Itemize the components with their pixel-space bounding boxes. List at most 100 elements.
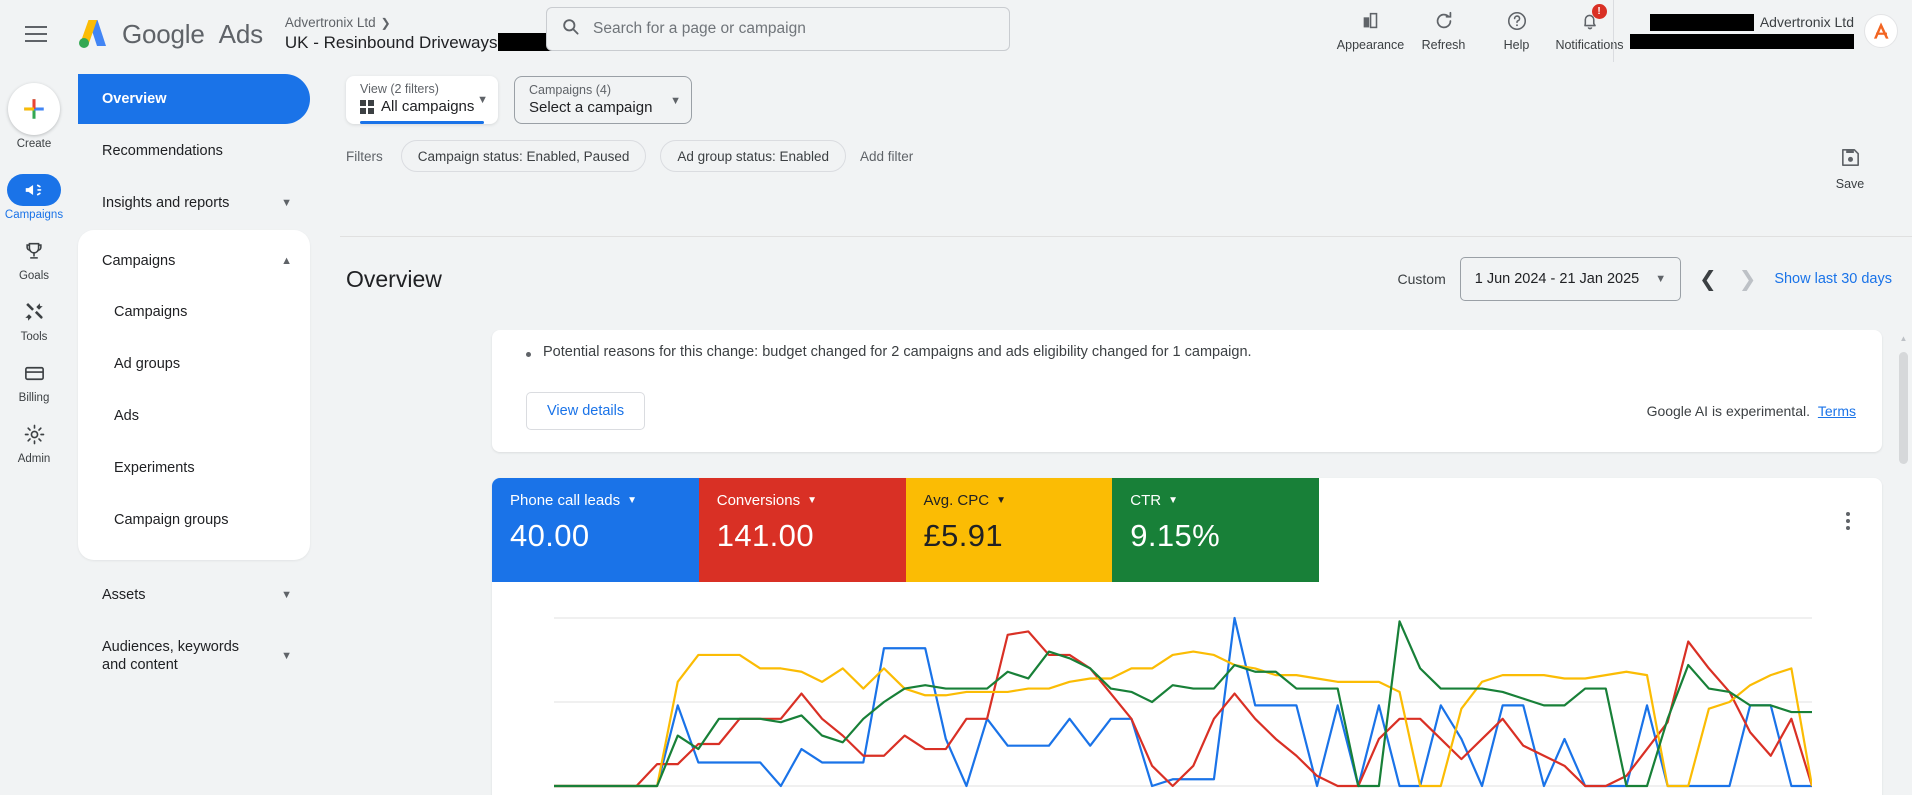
nav-sublabel-campaigns: Campaigns <box>114 304 188 320</box>
account-switcher-row-1: Advertronix Ltd <box>1649 13 1854 31</box>
metric-tile-ctr[interactable]: CTR ▼ 9.15% <box>1112 478 1319 582</box>
filter-chip-campaign-status[interactable]: Campaign status: Enabled, Paused <box>400 140 647 172</box>
campaign-selector[interactable]: Campaigns (4) Select a campaign ▼ <box>514 76 692 124</box>
nav-item-insights-and-reports[interactable]: Insights and reports ▼ <box>78 178 310 228</box>
view-selector-bottom-row: All campaigns <box>360 98 486 115</box>
content-scrollbar[interactable]: ▲ <box>1899 330 1908 795</box>
hamburger-icon[interactable] <box>18 16 54 52</box>
rail-item-tools[interactable]: Tools <box>1 291 67 348</box>
chevron-down-icon: ▼ <box>281 650 292 662</box>
help-label: Help <box>1503 38 1530 52</box>
nav-label-insights: Insights and reports <box>102 195 230 211</box>
rail-item-campaigns[interactable]: Campaigns <box>1 169 67 226</box>
card-icon <box>7 357 61 389</box>
view-details-button[interactable]: View details <box>526 392 646 430</box>
filter-row: Filters Campaign status: Enabled, Paused… <box>340 124 1912 172</box>
megaphone-icon <box>7 174 61 206</box>
account-breadcrumb[interactable]: Advertronix Ltd ❯ UK - Resinbound Drivew… <box>285 15 591 53</box>
nav-sublabel-ads: Ads <box>114 408 139 424</box>
view-selector-underline <box>360 121 484 124</box>
save-icon <box>1839 146 1862 174</box>
account-switcher[interactable]: Advertronix Ltd <box>1613 0 1898 62</box>
metric-tile-name-row[interactable]: CTR ▼ <box>1130 492 1301 509</box>
filter-chip-ad-group-status-label: Ad group status: Enabled <box>677 148 829 164</box>
chevron-up-icon: ▲ <box>281 255 292 267</box>
insight-bullet-row: Potential reasons for this change: budge… <box>526 344 1856 360</box>
metric-tile-name-row[interactable]: Phone call leads ▼ <box>510 492 681 509</box>
save-button[interactable]: Save <box>1814 146 1886 191</box>
nav-subitem-ads[interactable]: Ads <box>78 390 310 442</box>
chevron-down-icon: ▼ <box>996 495 1006 506</box>
next-period-button[interactable]: ❯ <box>1735 267 1761 292</box>
left-rail: Create Campaigns Goals Tools Billing Adm… <box>0 68 68 795</box>
date-range-picker[interactable]: 1 Jun 2024 - 21 Jan 2025 ▼ <box>1459 257 1682 301</box>
breadcrumb-parent-row[interactable]: Advertronix Ltd ❯ <box>285 15 591 32</box>
view-selector-top: View (2 filters) <box>360 82 439 96</box>
gear-icon <box>7 418 61 450</box>
refresh-button[interactable]: Refresh <box>1407 2 1480 52</box>
metric-value-conversions: 141.00 <box>716 518 814 553</box>
custom-label: Custom <box>1397 271 1446 287</box>
show-last-30-days-button[interactable]: Show last 30 days <box>1774 271 1892 287</box>
campaign-selector-value: Select a campaign <box>529 99 653 116</box>
campaign-selector-top: Campaigns (4) <box>529 83 611 97</box>
chevron-down-icon: ▼ <box>281 589 292 601</box>
view-selectors: View (2 filters) All campaigns ▼ Campaig… <box>340 68 1912 124</box>
search-bar[interactable] <box>546 7 1010 51</box>
metric-value-ctr: 9.15% <box>1130 518 1221 553</box>
metric-tile-name-row[interactable]: Conversions ▼ <box>717 492 888 509</box>
nav-item-overview[interactable]: Overview <box>78 74 310 124</box>
chevron-down-icon: ▼ <box>807 495 818 506</box>
bullet-icon <box>526 352 531 357</box>
rail-item-admin[interactable]: Admin <box>1 413 67 470</box>
nav-label-campaigns-group: Campaigns <box>102 253 176 269</box>
redacted-account-id-2 <box>1630 33 1854 49</box>
insight-footer: View details Google AI is experimental. … <box>526 392 1856 430</box>
insight-card: Potential reasons for this change: budge… <box>492 330 1882 452</box>
appearance-button[interactable]: Appearance <box>1334 2 1407 52</box>
create-button[interactable]: Create <box>1 78 67 155</box>
metric-name-ctr: CTR <box>1130 492 1162 509</box>
rail-item-goals[interactable]: Goals <box>1 230 67 287</box>
metric-tile-avg-cpc[interactable]: Avg. CPC ▼ £5.91 <box>905 478 1113 582</box>
add-filter-button[interactable]: Add filter <box>860 149 913 164</box>
bell-icon: ! <box>1579 4 1607 34</box>
nav-subitem-campaigns[interactable]: Campaigns <box>78 286 310 338</box>
nav-subitem-experiments[interactable]: Experiments <box>78 442 310 494</box>
google-ads-brand[interactable]: Google Ads <box>76 17 263 51</box>
rail-item-billing[interactable]: Billing <box>1 352 67 409</box>
view-selector[interactable]: View (2 filters) All campaigns ▼ <box>346 76 498 124</box>
scrollbar-thumb[interactable] <box>1899 352 1908 464</box>
nav-item-audiences[interactable]: Audiences, keywords and content ▼ <box>78 626 310 686</box>
prev-period-button[interactable]: ❮ <box>1695 267 1721 292</box>
metric-tile-name-row[interactable]: Avg. CPC ▼ <box>924 492 1095 509</box>
side-nav: Overview Recommendations Insights and re… <box>78 68 310 686</box>
nav-item-assets[interactable]: Assets ▼ <box>78 570 310 620</box>
nav-label-audiences: Audiences, keywords and content <box>102 638 240 673</box>
view-selector-value: All campaigns <box>381 98 475 115</box>
avatar[interactable] <box>1864 14 1898 48</box>
nav-item-recommendations[interactable]: Recommendations <box>78 126 310 176</box>
nav-group-header-campaigns[interactable]: Campaigns ▲ <box>78 236 310 286</box>
appearance-icon <box>1360 8 1382 34</box>
metric-tile-phone-call-leads[interactable]: Phone call leads ▼ 40.00 <box>492 478 699 582</box>
filter-chip-ad-group-status[interactable]: Ad group status: Enabled <box>660 140 846 172</box>
nav-label-assets: Assets <box>102 587 146 603</box>
rail-label-billing: Billing <box>18 392 50 404</box>
nav-sublabel-campaign-groups: Campaign groups <box>114 512 229 528</box>
nav-subitem-campaign-groups[interactable]: Campaign groups <box>78 494 310 546</box>
account-switcher-lines: Advertronix Ltd <box>1630 13 1854 49</box>
metric-tile-conversions[interactable]: Conversions ▼ 141.00 <box>698 478 906 582</box>
terms-link[interactable]: Terms <box>1818 403 1856 419</box>
scroll-up-arrow-icon[interactable]: ▲ <box>1899 334 1908 343</box>
ai-disclaimer-text: Google AI is experimental. <box>1646 403 1810 419</box>
kebab-menu-icon[interactable] <box>1838 512 1858 530</box>
help-button[interactable]: Help <box>1480 2 1553 52</box>
page-title: Overview <box>346 265 442 292</box>
ai-disclaimer: Google AI is experimental. Terms <box>1647 403 1856 419</box>
nav-subitem-ad-groups[interactable]: Ad groups <box>78 338 310 390</box>
search-input[interactable] <box>593 20 995 38</box>
rail-label-tools: Tools <box>20 331 48 343</box>
search-icon <box>561 17 580 41</box>
tools-icon <box>7 296 61 328</box>
